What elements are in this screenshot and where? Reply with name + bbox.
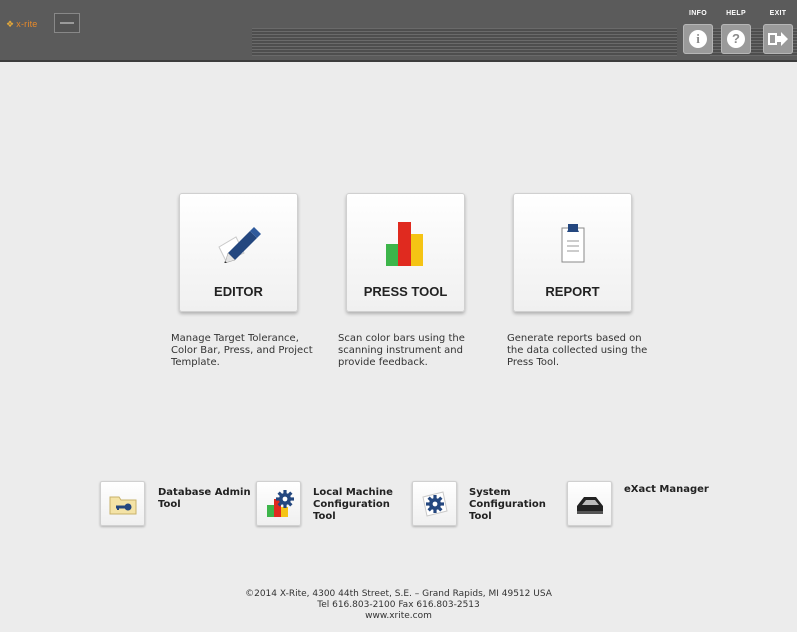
footer-website: www.xrite.com [365,611,432,621]
system-configuration-tool-label[interactable]: System Configuration Tool [469,487,569,523]
system-configuration-tool-button[interactable] [412,481,457,526]
gear-bars-icon [266,489,294,517]
exact-manager-label[interactable]: eXact Manager [624,484,764,496]
editor-label: EDITOR [214,284,263,299]
exit-icon-box[interactable] [763,24,793,54]
help-button[interactable]: HELP ? [718,10,754,54]
header-stripe-decoration [252,28,677,56]
bar-chart-icon [385,222,423,266]
press-tool-label: PRESS TOOL [363,284,448,299]
editor-tile[interactable]: EDITOR [179,193,298,312]
report-tile[interactable]: REPORT [513,193,632,312]
info-icon: i [689,30,707,48]
press-tool-tile[interactable]: PRESS TOOL [346,193,465,312]
local-machine-configuration-tool-button[interactable] [256,481,301,526]
footer-address: ©2014 X-Rite, 4300 44th Street, S.E. – G… [245,589,552,599]
device-icon [576,496,603,514]
xrite-logo: ❖ x-rite [6,19,38,29]
info-button[interactable]: INFO i [680,10,716,54]
exact-manager-button[interactable] [567,481,612,526]
exit-button[interactable]: EXIT [760,10,796,54]
exit-icon [768,32,788,46]
pen-icon [217,227,261,263]
press-tool-description: Scan color bars using the scanning instr… [338,333,465,368]
secondary-logo [54,13,80,33]
database-admin-tool-label[interactable]: Database Admin Tool [158,487,258,511]
help-label: HELP [726,10,746,17]
database-admin-tool-button[interactable] [100,481,145,526]
help-icon: ? [727,30,745,48]
footer: ©2014 X-Rite, 4300 44th Street, S.E. – G… [0,589,797,622]
footer-phone: Tel 616.803-2100 Fax 616.803-2513 [317,600,480,610]
gear-icon [421,490,448,517]
exit-label: EXIT [769,10,787,17]
info-icon-box[interactable]: i [683,24,713,54]
app-header: ❖ x-rite INFO i HELP ? EXIT [0,0,797,62]
editor-description: Manage Target Tolerance, Color Bar, Pres… [171,333,313,368]
local-machine-configuration-tool-label[interactable]: Local Machine Configuration Tool [313,487,413,523]
report-description: Generate reports based on the data colle… [507,333,648,368]
folder-key-icon [109,496,136,514]
clipboard-icon [561,224,584,263]
report-label: REPORT [545,284,600,299]
help-icon-box[interactable]: ? [721,24,751,54]
info-label: INFO [689,10,707,17]
